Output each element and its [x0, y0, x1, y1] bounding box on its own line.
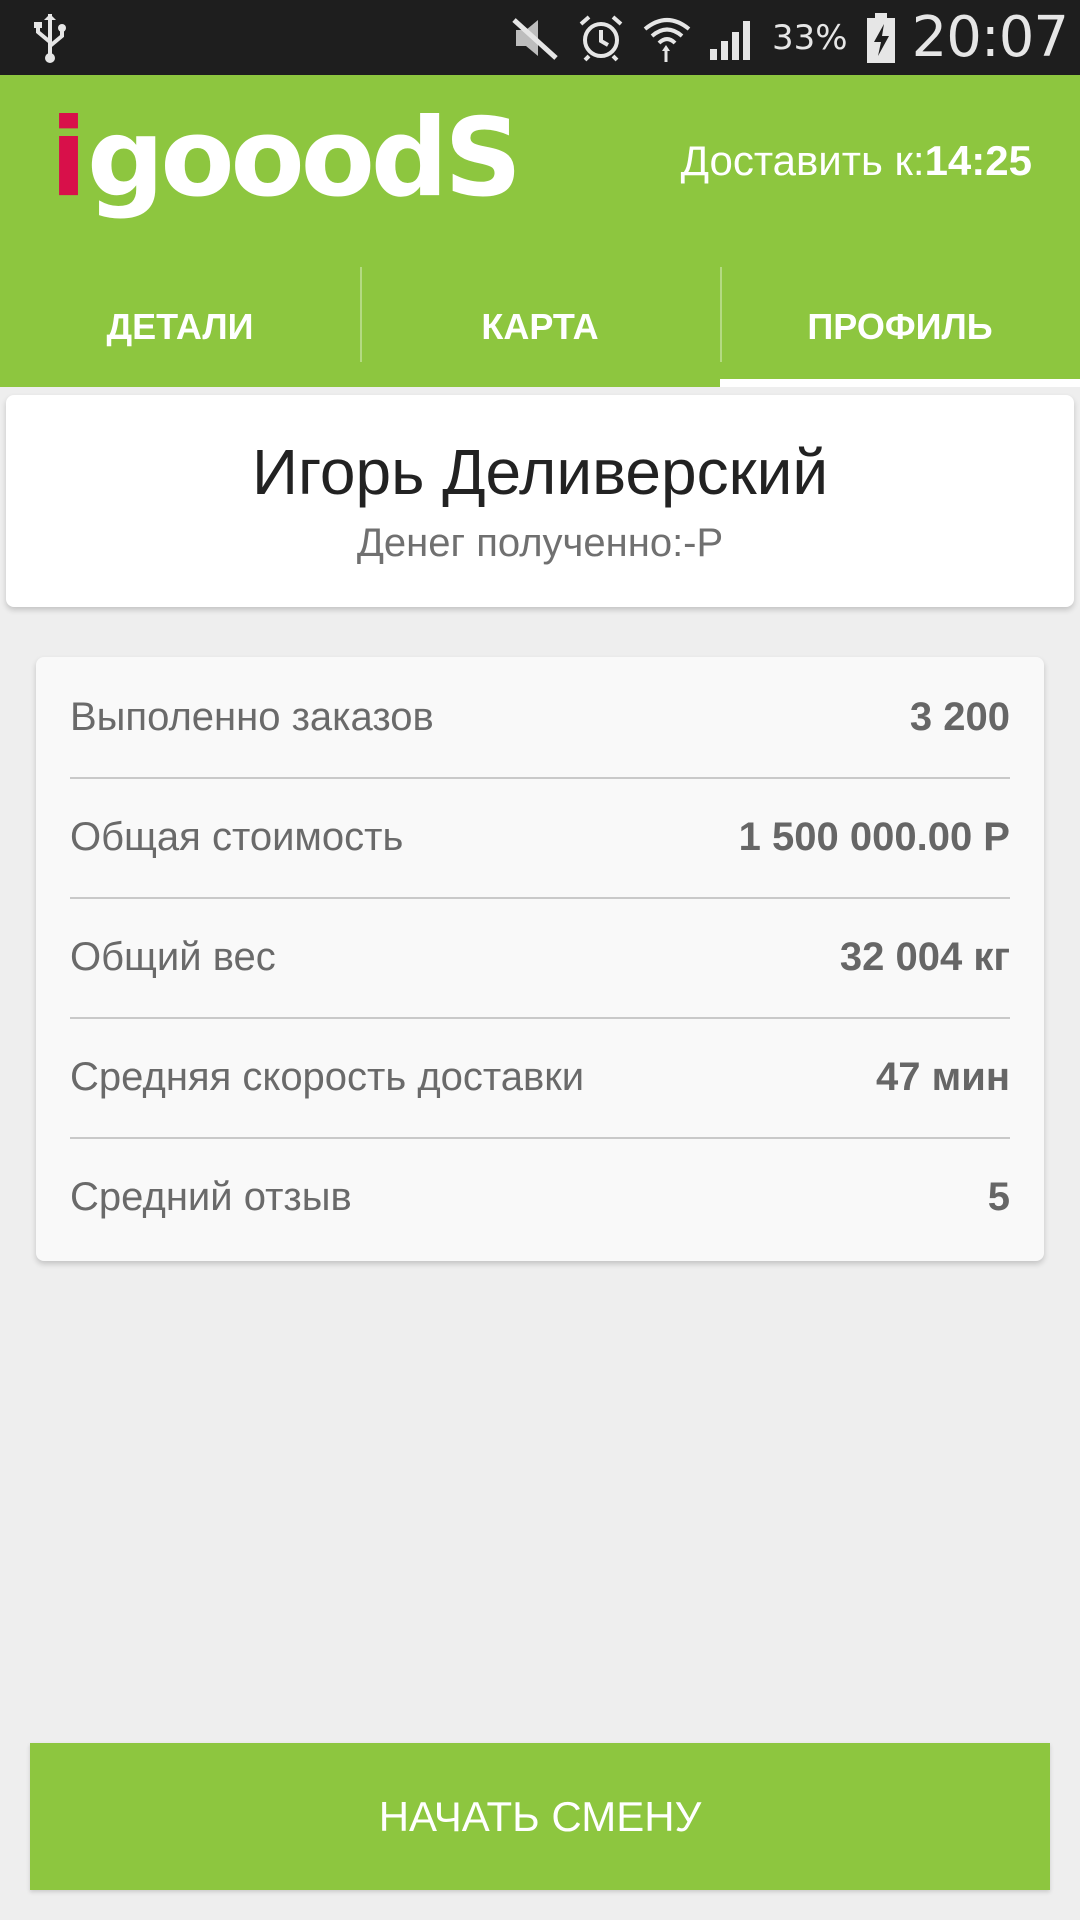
- stat-value: 47 мин: [876, 1054, 1010, 1099]
- delivery-time-value: 14:25: [924, 137, 1032, 184]
- tab-profile[interactable]: ПРОФИЛЬ: [720, 267, 1080, 387]
- signal-icon: [708, 12, 758, 64]
- logo-text: gooodS: [87, 96, 522, 221]
- usb-icon: [34, 14, 66, 63]
- stat-row-total-weight: Общий вес 32 004 кг: [70, 897, 1010, 1017]
- stat-row-avg-rating: Средний отзыв 5: [70, 1137, 1010, 1257]
- mute-icon: [510, 12, 560, 64]
- tab-map[interactable]: КАРТА: [360, 267, 720, 387]
- stat-value: 3 200: [909, 694, 1010, 739]
- alarm-icon: [576, 12, 626, 64]
- profile-card: Игорь Деливерский Денег полученно:-Р: [6, 395, 1074, 607]
- delivery-label: Доставить к:: [680, 137, 925, 184]
- battery-percent: 33%: [772, 17, 848, 58]
- status-bar: 33% 20:07: [0, 0, 1080, 75]
- logo-letter-i: i: [50, 96, 88, 221]
- stat-label: Средняя скорость доставки: [70, 1054, 585, 1099]
- stats-card: Выполенно заказов 3 200 Общая стоимость …: [36, 657, 1044, 1261]
- courier-name: Игорь Деливерский: [251, 436, 829, 508]
- stat-label: Общая стоимость: [70, 814, 404, 859]
- igooods-logo: i gooodS: [50, 96, 522, 221]
- battery-charging-icon: [864, 12, 898, 64]
- money-received: Денег полученно:-Р: [356, 521, 724, 565]
- stat-value: 32 004 кг: [839, 934, 1010, 979]
- stat-row-orders: Выполенно заказов 3 200: [70, 657, 1010, 777]
- wifi-icon: [642, 12, 692, 64]
- stat-row-avg-speed: Средняя скорость доставки 47 мин: [70, 1017, 1010, 1137]
- stat-label: Общий вес: [70, 934, 276, 979]
- stat-label: Средний отзыв: [70, 1174, 352, 1219]
- stat-label: Выполенно заказов: [70, 694, 434, 739]
- start-shift-button[interactable]: НАЧАТЬ СМЕНУ: [30, 1743, 1050, 1890]
- stat-value: 5: [987, 1174, 1010, 1219]
- app-bar: i gooodS Доставить к:14:25 ДЕТАЛИ КАРТА П…: [0, 75, 1080, 387]
- stat-row-total-cost: Общая стоимость 1 500 000.00 Р: [70, 777, 1010, 897]
- tab-bar: ДЕТАЛИ КАРТА ПРОФИЛЬ: [0, 267, 1080, 387]
- clock: 20:07: [911, 5, 1069, 70]
- delivery-time: Доставить к:14:25: [681, 137, 1032, 185]
- stat-value: 1 500 000.00 Р: [738, 814, 1010, 859]
- tab-details[interactable]: ДЕТАЛИ: [0, 267, 360, 387]
